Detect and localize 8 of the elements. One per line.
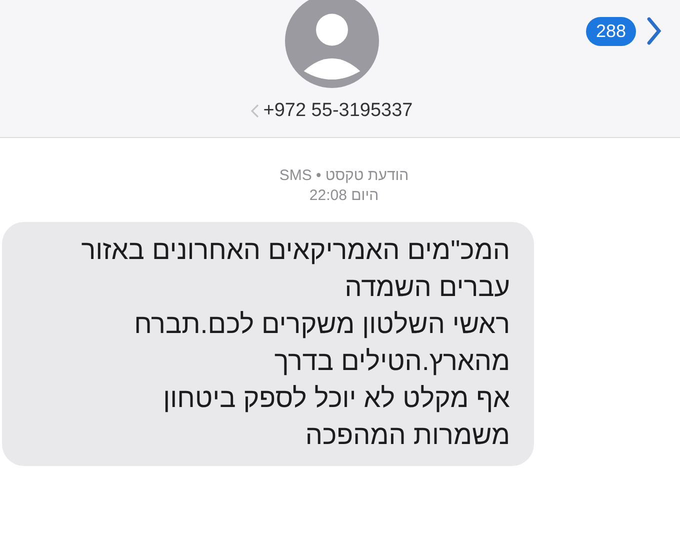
contact-number[interactable]: +972 55-3195337 <box>263 100 413 122</box>
chevron-icon <box>251 104 260 118</box>
message-service: הודעת טקסט • SMS <box>279 166 409 186</box>
chevron-icon[interactable] <box>646 16 662 46</box>
message-time: היום 22:08 <box>309 186 379 206</box>
unread-badge: 288 <box>586 16 636 46</box>
avatar-icon[interactable] <box>285 0 379 88</box>
message-bubble: המכ"מים האמריקאים האחרונים באזור עברים השמדה ראשי השלטון משקרים לכם.תברח מהארץ.הטילים בדרך אף מקלט לא יוכל לספק ביטחון משמרות המהפכה <box>2 222 534 466</box>
